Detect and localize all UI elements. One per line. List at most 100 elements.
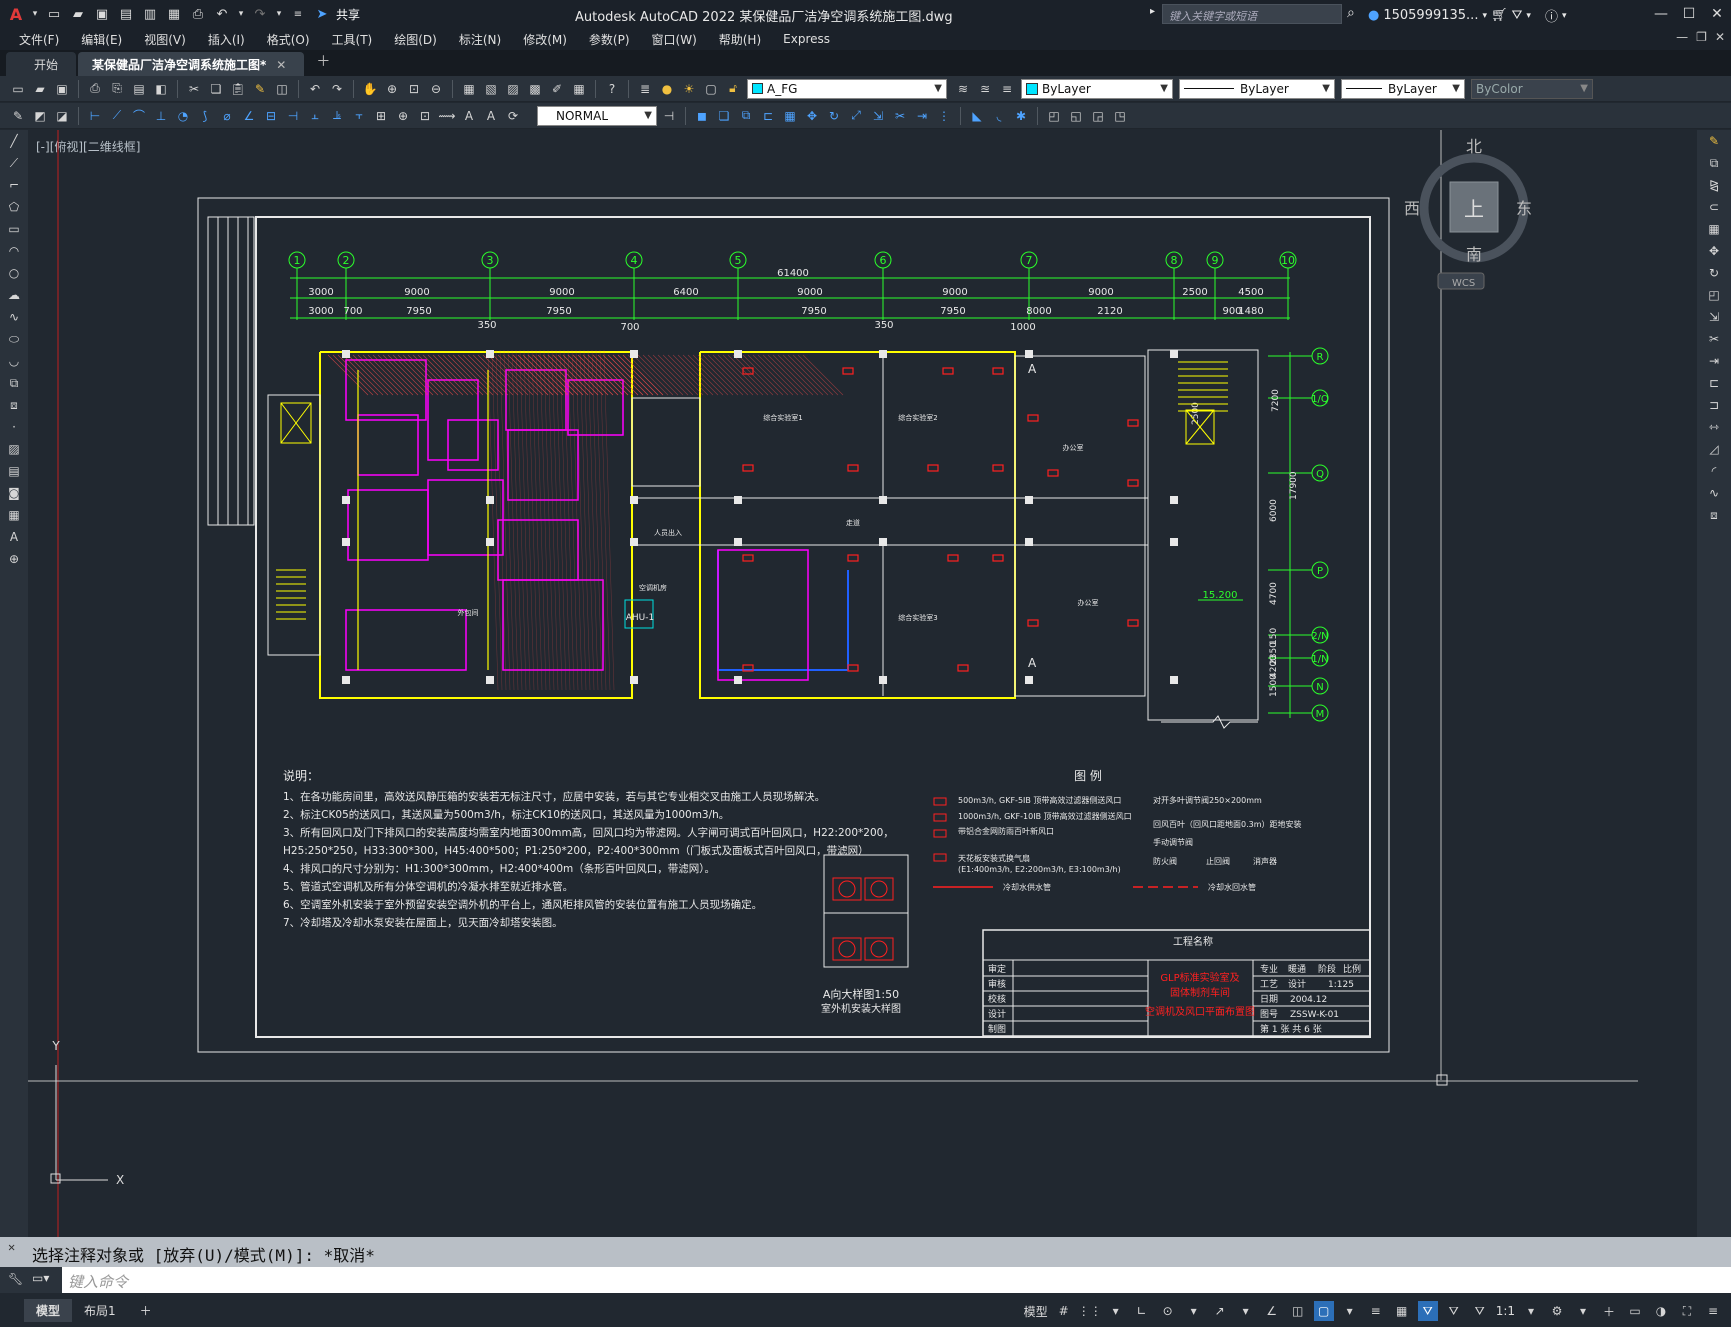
make-block-icon[interactable]: ⧈ (0, 394, 28, 416)
gradient-icon[interactable]: ▤ (0, 460, 28, 482)
plot-icon[interactable]: ⎙ (85, 79, 105, 99)
chevron-down-icon[interactable]: ▾ (30, 4, 40, 24)
send-back-icon[interactable]: ◲ (1088, 106, 1108, 126)
quick-dim-icon[interactable]: ⊟ (261, 106, 281, 126)
angular-icon[interactable]: ∠ (239, 106, 259, 126)
explode-icon[interactable]: ⧈ (1697, 504, 1731, 526)
extend-icon[interactable]: ⇥ (912, 106, 932, 126)
plus-icon[interactable]: ＋ (1599, 1301, 1619, 1321)
undo-icon[interactable]: ↶ (212, 4, 232, 24)
erase-icon[interactable]: ◼ (692, 106, 712, 126)
chevron-down-icon[interactable]: ▾ (1340, 1301, 1360, 1321)
osnap-tracking-icon[interactable]: ↗ (1210, 1301, 1230, 1321)
copy-object-icon[interactable]: ❏ (714, 106, 734, 126)
offset-icon[interactable]: ⊏ (758, 106, 778, 126)
attribute-icon[interactable]: ◪ (52, 106, 72, 126)
object-snap-icon[interactable]: ▢ (1313, 1301, 1334, 1321)
ordinate-icon[interactable]: ⊥ (151, 106, 171, 126)
dim-edit-icon[interactable]: A (459, 106, 479, 126)
trim-icon[interactable]: ✂ (1697, 328, 1731, 350)
array-icon[interactable]: ▦ (1697, 218, 1731, 240)
explode-icon[interactable]: ✱ (1011, 106, 1031, 126)
linetype-dropdown[interactable]: ByLayer ▼ (1179, 78, 1335, 99)
new-file-icon[interactable]: ▭ (44, 4, 64, 24)
center-mark-icon[interactable]: ⊕ (393, 106, 413, 126)
polyline-icon[interactable]: ⌐ (0, 174, 28, 196)
properties-icon[interactable]: ▦ (459, 79, 479, 99)
aligned-dim-icon[interactable]: ⟋ (107, 106, 127, 126)
3d-print-icon[interactable]: ◧ (151, 79, 171, 99)
chevron-down-icon[interactable]: ▾ (1184, 1301, 1204, 1321)
move-icon[interactable]: ✥ (802, 106, 822, 126)
publish-icon[interactable]: ▤ (129, 79, 149, 99)
match-properties-icon[interactable]: ✎ (250, 79, 270, 99)
menu-parametric[interactable]: 参数(P) (578, 31, 641, 48)
jogged-icon[interactable]: ⟆ (195, 106, 215, 126)
gear-icon[interactable]: ⚙ (1547, 1301, 1567, 1321)
sheet-set-icon[interactable]: ▩ (525, 79, 545, 99)
add-selected-icon[interactable]: ⊕ (0, 548, 28, 570)
menu-tools[interactable]: 工具(T) (321, 31, 384, 48)
zoom-window-icon[interactable]: ⊡ (404, 79, 424, 99)
block-icon[interactable]: ◩ (30, 106, 50, 126)
ellipse-arc-icon[interactable]: ◡ (0, 350, 28, 372)
close-icon[interactable]: ✕ (8, 1240, 15, 1254)
plotstyle-dropdown[interactable]: ByColor ▼ (1471, 78, 1593, 99)
join-icon[interactable]: ⇿ (1697, 416, 1731, 438)
make-current-icon[interactable]: ≋ (953, 79, 973, 99)
open-icon[interactable]: ▰ (30, 79, 50, 99)
paste-icon[interactable]: 📋︎ (228, 79, 248, 99)
add-layout-button[interactable]: ＋ (128, 1299, 164, 1322)
infocenter-arrow-icon[interactable]: ▸ (1150, 6, 1155, 17)
search-icon[interactable]: ⌕ (1347, 5, 1355, 21)
auto-scale-icon[interactable]: ⛛ (1444, 1301, 1464, 1321)
trim-icon[interactable]: ✂ (890, 106, 910, 126)
block-editor-icon[interactable]: ◫ (272, 79, 292, 99)
sun-icon[interactable]: ☀ (679, 79, 699, 99)
grid-icon[interactable]: # (1054, 1301, 1074, 1321)
cut-icon[interactable]: ✂ (184, 79, 204, 99)
diameter-icon[interactable]: ⌀ (217, 106, 237, 126)
tab-model[interactable]: 模型 (24, 1298, 73, 1322)
user-account[interactable]: ● 1505999135... ▾ 🛒︎ ⛛ ▾ ⓘ ▾ (1368, 6, 1567, 25)
dim-update-icon[interactable]: ⟳ (503, 106, 523, 126)
tab-start[interactable]: 开始 (6, 52, 77, 76)
minimize-button[interactable]: — (1647, 0, 1675, 28)
text-front-icon[interactable]: ◳ (1110, 106, 1130, 126)
break-icon[interactable]: ⫟ (349, 106, 369, 126)
zoom-realtime-icon[interactable]: ⊕ (382, 79, 402, 99)
chevron-down-icon[interactable]: ▾ (1106, 1301, 1126, 1321)
maximize-button[interactable]: ☐ (1675, 0, 1703, 28)
calculator-icon[interactable]: ▦ (569, 79, 589, 99)
clean-screen-icon[interactable]: ⛶ (1677, 1301, 1697, 1321)
mirror-icon[interactable]: ⧉ (736, 106, 756, 126)
save-as-icon[interactable]: ▤ (116, 4, 136, 24)
radius-icon[interactable]: ◔ (173, 106, 193, 126)
scale-icon[interactable]: ⤢ (846, 106, 866, 126)
snap-icon[interactable]: ⋮⋮ (1078, 1301, 1102, 1321)
chevron-down-icon[interactable]: ▾ (1236, 1301, 1256, 1321)
arc-length-icon[interactable]: ⌒ (129, 106, 149, 126)
layer-properties-icon[interactable]: ≣ (635, 79, 655, 99)
bring-front-icon[interactable]: ◱ (1066, 106, 1086, 126)
tab-drawing[interactable]: 某保健品厂洁净空调系统施工图* ✕ (78, 52, 305, 76)
copy-icon[interactable]: ❏ (206, 79, 226, 99)
annotation-scale-value[interactable]: 1:1 (1496, 1304, 1515, 1318)
point-icon[interactable]: · (0, 416, 28, 438)
break-at-point-icon[interactable]: ⊏ (1697, 372, 1731, 394)
menu-draw[interactable]: 绘图(D) (383, 31, 448, 48)
layer-dropdown[interactable]: A_FG ▼ (747, 78, 947, 99)
osnap-icon[interactable]: ◫ (1288, 1301, 1308, 1321)
command-input[interactable]: 键入命令 (68, 1271, 128, 1292)
blend-icon[interactable]: ∿ (1697, 482, 1731, 504)
share-icon[interactable]: ➤ (312, 4, 332, 24)
menu-window[interactable]: 窗口(W) (641, 31, 708, 48)
stretch-icon[interactable]: ⇲ (868, 106, 888, 126)
hatch-icon[interactable]: ▨ (0, 438, 28, 460)
help-icon[interactable]: ⓘ (1545, 6, 1558, 25)
tolerance-icon[interactable]: ⊞ (371, 106, 391, 126)
chamfer-icon[interactable]: ◣ (967, 106, 987, 126)
search-input[interactable]: 键入关键字或短语 (1162, 4, 1342, 24)
mirror-icon[interactable]: ⧎ (1697, 174, 1731, 196)
layer-previous-icon[interactable]: ≊ (975, 79, 995, 99)
